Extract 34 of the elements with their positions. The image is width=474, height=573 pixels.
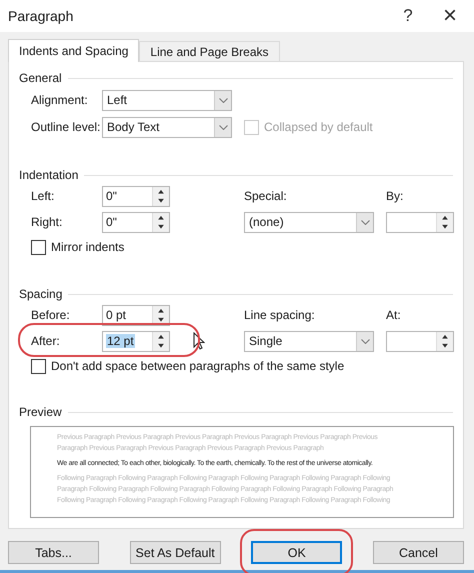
window-title: Paragraph xyxy=(8,8,74,24)
help-button[interactable]: ? xyxy=(392,6,424,26)
dialog-button[interactable]: Tabs... xyxy=(8,541,99,564)
field-label: Left: xyxy=(30,189,56,203)
dialog-button[interactable]: OK xyxy=(251,541,342,564)
line-spacing-dropdown[interactable]: Single xyxy=(244,330,374,352)
field-label: After: xyxy=(30,334,61,348)
section-title: Preview xyxy=(19,405,62,419)
alignment-dropdown[interactable]: Left xyxy=(102,90,232,110)
field-label: Line spacing: xyxy=(244,308,316,322)
dialog-button[interactable]: Cancel xyxy=(372,541,464,564)
tab[interactable]: Indents and Spacing xyxy=(8,39,140,62)
field-label: Outline level: xyxy=(30,120,102,134)
field-label: By: xyxy=(386,189,404,203)
section-title: General xyxy=(19,71,62,85)
close-button[interactable]: × xyxy=(434,2,466,30)
outline-level-dropdown[interactable]: Body Text xyxy=(102,116,232,138)
section-title: Indentation xyxy=(19,168,78,182)
checkbox-label: Collapsed by default xyxy=(264,120,373,134)
checkbox-label: Mirror indents xyxy=(51,240,124,254)
before-spinner[interactable]: 0 pt xyxy=(102,304,170,326)
special-dropdown[interactable]: (none) xyxy=(244,212,374,232)
dialog-button[interactable]: Set As Default xyxy=(130,541,221,564)
field-label: Before: xyxy=(30,308,71,322)
field-label: Right: xyxy=(30,215,64,229)
field-label: At: xyxy=(386,308,401,322)
field-label: Special: xyxy=(244,189,288,203)
field-label: Alignment: xyxy=(30,93,89,107)
checkbox-label: Don't add space between paragraphs of the same style xyxy=(51,359,344,373)
tab[interactable]: Line and Page Breaks xyxy=(139,41,280,61)
after-spinner[interactable]: 12 pt xyxy=(102,330,170,352)
right-indent-spinner[interactable]: 0" xyxy=(102,212,170,232)
section-title: Spacing xyxy=(19,287,62,301)
left-indent-spinner[interactable]: 0" xyxy=(102,186,170,206)
